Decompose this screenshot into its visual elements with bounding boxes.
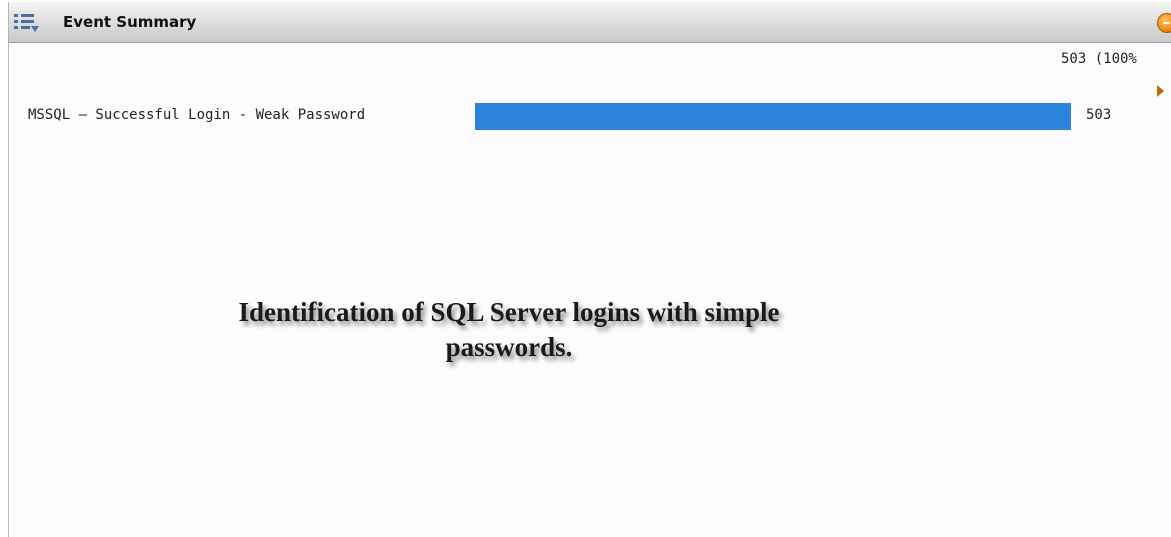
annotation-line-2: passwords.: [445, 332, 573, 362]
event-summary-panel: Event Summary 503 (100% MSSQL – Successf…: [8, 2, 1171, 537]
panel-title: Event Summary: [63, 13, 197, 31]
options-icon[interactable]: [1157, 13, 1171, 33]
panel-title-bar: Event Summary: [9, 2, 1171, 43]
annotation-text: Identification of SQL Server logins with…: [139, 295, 879, 365]
bar-mssql-weak-password[interactable]: [475, 103, 1071, 130]
list-menu-icon[interactable]: [14, 13, 40, 33]
annotation-line-1: Identification of SQL Server logins with…: [238, 297, 780, 327]
bar-category-label: MSSQL – Successful Login - Weak Password: [28, 107, 366, 123]
bar-value-label: 503: [1086, 107, 1112, 123]
total-count-label: 503 (100%: [1061, 51, 1137, 67]
scroll-right-arrow-icon[interactable]: [1157, 85, 1164, 97]
bar-track: [475, 103, 1071, 130]
chart-bar-row[interactable]: MSSQL – Successful Login - Weak Password…: [9, 102, 1171, 132]
